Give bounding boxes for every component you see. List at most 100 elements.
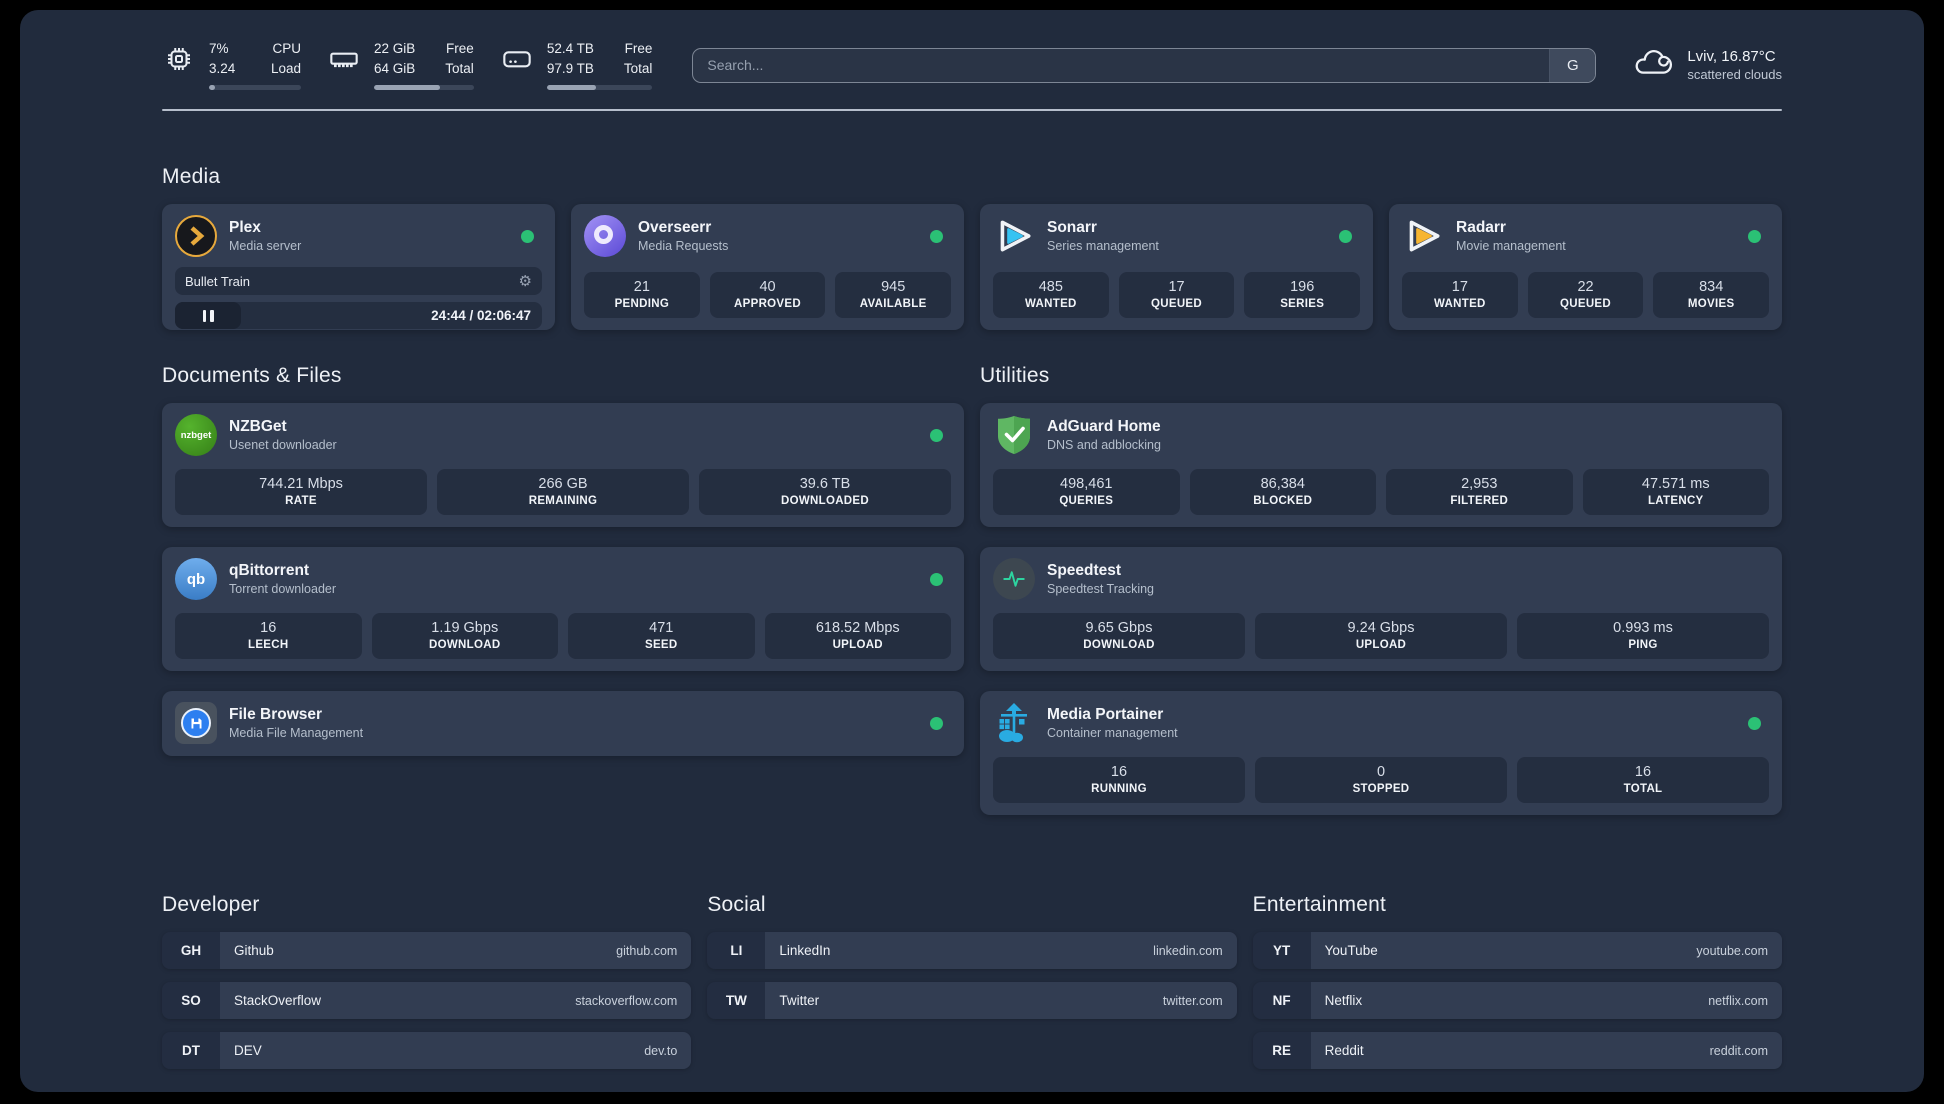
status-dot [930, 229, 943, 243]
status-dot [521, 229, 534, 243]
app-description: DNS and adblocking [1047, 438, 1161, 452]
bookmark-name: StackOverflow [234, 993, 322, 1008]
stat-tile: 9.65 Gbps DOWNLOAD [993, 613, 1245, 659]
bookmark-name: Netflix [1324, 993, 1363, 1008]
qbittorrent-card[interactable]: qb qBittorrent Torrent downloader 16 LEE… [162, 547, 964, 671]
filebrowser-icon [175, 702, 217, 744]
bookmark-name: Twitter [779, 993, 820, 1008]
topbar: 7% 3.24 CPU Load 22 GiB 64 GiB Free Tota… [162, 40, 1782, 90]
portainer-icon [993, 702, 1035, 744]
cloud-icon [1632, 46, 1674, 85]
bookmark-github[interactable]: GH Github github.com [162, 932, 692, 969]
search-engine-button[interactable]: G [1549, 48, 1596, 82]
bookmark-twitter[interactable]: TW Twitter twitter.com [707, 982, 1237, 1019]
bookmark-tag: NF [1252, 982, 1311, 1019]
plex-now-playing-row: Bullet Train ⚙ [175, 267, 542, 295]
bookmark-name: Github [234, 943, 274, 958]
stat-value: 744.21 Mbps [259, 476, 343, 492]
speedtest-card[interactable]: Speedtest Speedtest Tracking 9.65 Gbps D… [980, 547, 1782, 671]
bookmark-url: youtube.com [1696, 943, 1768, 958]
header-divider [162, 109, 1782, 111]
app-name: qBittorrent [229, 562, 310, 579]
search-input[interactable] [693, 48, 1550, 82]
plex-card[interactable]: Plex Media server Bullet Train ⚙ 24:44 /… [162, 204, 555, 330]
stat-tile: 618.52 Mbps UPLOAD [764, 613, 951, 659]
radarr-icon [1402, 215, 1444, 257]
stat-label: SERIES [1280, 298, 1325, 310]
stat-label: PENDING [614, 298, 670, 310]
bookmark-tag: TW [707, 982, 766, 1019]
stat-label: LATENCY [1647, 495, 1704, 507]
status-dot [1339, 229, 1352, 243]
qbittorrent-icon: qb [175, 558, 217, 600]
ram-label: Free [446, 41, 474, 57]
stat-tile: 498,461 QUERIES [993, 469, 1180, 515]
bookmark-url: netflix.com [1708, 993, 1768, 1008]
stat-tile: 39.6 TB DOWNLOADED [699, 469, 951, 515]
bookmark-dev[interactable]: DT DEV dev.to [162, 1032, 692, 1069]
bookmark-url: reddit.com [1709, 1043, 1768, 1058]
section-title-documents: Documents & Files [162, 364, 342, 387]
stat-label: QUEUED [1151, 298, 1203, 310]
section-documents: Documents & Files nzbget NZBGet Usenet d… [162, 364, 964, 776]
stat-value: 0 [1376, 764, 1386, 780]
stat-value: 17 [1168, 279, 1185, 295]
stat-tile: 0.993 ms PING [1517, 613, 1769, 659]
bookmark-reddit[interactable]: RE Reddit reddit.com [1252, 1032, 1782, 1069]
stat-value: 9.24 Gbps [1347, 620, 1415, 636]
overseerr-card[interactable]: Overseerr Media Requests 21 PENDING 40 A… [571, 204, 964, 330]
filebrowser-card[interactable]: File Browser Media File Management [162, 691, 964, 756]
stat-label: AVAILABLE [859, 298, 927, 310]
overseerr-icon [584, 215, 626, 257]
adguard-icon [993, 414, 1035, 456]
weather-widget: Lviv, 16.87°C scattered clouds [1632, 46, 1782, 85]
stat-value: 39.6 TB [799, 476, 851, 492]
search-bar: G [692, 47, 1597, 83]
pause-button[interactable] [175, 302, 241, 329]
plex-progress-row[interactable]: 24:44 / 02:06:47 [175, 302, 542, 329]
gear-icon[interactable]: ⚙ [519, 272, 532, 290]
stat-tile: 834 MOVIES [1653, 272, 1770, 318]
section-title-developer: Developer [162, 893, 260, 916]
cpu-load: 3.24 [209, 61, 236, 76]
app-name: File Browser [229, 706, 323, 723]
stat-tile: 266 GB REMAINING [437, 469, 689, 515]
stat-tile: 16 TOTAL [1517, 757, 1769, 803]
bookmark-netflix[interactable]: NF Netflix netflix.com [1252, 982, 1782, 1019]
app-description: Usenet downloader [229, 438, 337, 452]
stat-value: 196 [1290, 279, 1315, 295]
stat-value: 618.52 Mbps [815, 620, 900, 636]
bookmark-stackoverflow[interactable]: SO StackOverflow stackoverflow.com [162, 982, 692, 1019]
status-dot [930, 428, 943, 442]
stat-label: BLOCKED [1253, 495, 1313, 507]
section-title-utilities: Utilities [980, 364, 1050, 387]
stat-tile: 485 WANTED [993, 272, 1109, 318]
ram-free: 22 GiB [374, 41, 416, 57]
status-dot [1748, 716, 1761, 730]
ram-label2: Total [445, 61, 474, 76]
ram-stat: 22 GiB 64 GiB Free Total [327, 40, 474, 90]
stat-label: SEED [644, 639, 678, 651]
radarr-card[interactable]: Radarr Movie management 17 WANTED 22 QUE… [1389, 204, 1782, 330]
nzbget-card[interactable]: nzbget NZBGet Usenet downloader 744.21 M… [162, 403, 964, 527]
app-description: Media Requests [638, 239, 729, 253]
app-description: Media server [229, 239, 302, 253]
cpu-label2: Load [270, 61, 301, 76]
app-description: Series management [1047, 239, 1159, 253]
section-developer: Developer GH Github github.com SO StackO… [162, 893, 692, 1082]
sonarr-card[interactable]: Sonarr Series management 485 WANTED 17 Q… [980, 204, 1373, 330]
stat-tile: 22 QUEUED [1527, 272, 1644, 318]
stat-tile: 196 SERIES [1244, 272, 1361, 318]
stat-label: QUEUED [1560, 298, 1612, 310]
stat-value: 17 [1451, 279, 1468, 295]
weather-condition: scattered clouds [1687, 67, 1782, 82]
bookmark-linkedin[interactable]: LI LinkedIn linkedin.com [707, 932, 1237, 969]
bookmark-youtube[interactable]: YT YouTube youtube.com [1252, 932, 1782, 969]
app-description: Container management [1047, 726, 1178, 740]
adguard-card[interactable]: AdGuard Home DNS and adblocking 498,461 … [980, 403, 1782, 527]
bookmark-url: twitter.com [1162, 993, 1223, 1008]
portainer-card[interactable]: Media Portainer Container management 16 … [980, 691, 1782, 815]
stat-label: RUNNING [1091, 783, 1147, 795]
status-dot [930, 716, 943, 730]
cpu-icon [162, 42, 196, 76]
